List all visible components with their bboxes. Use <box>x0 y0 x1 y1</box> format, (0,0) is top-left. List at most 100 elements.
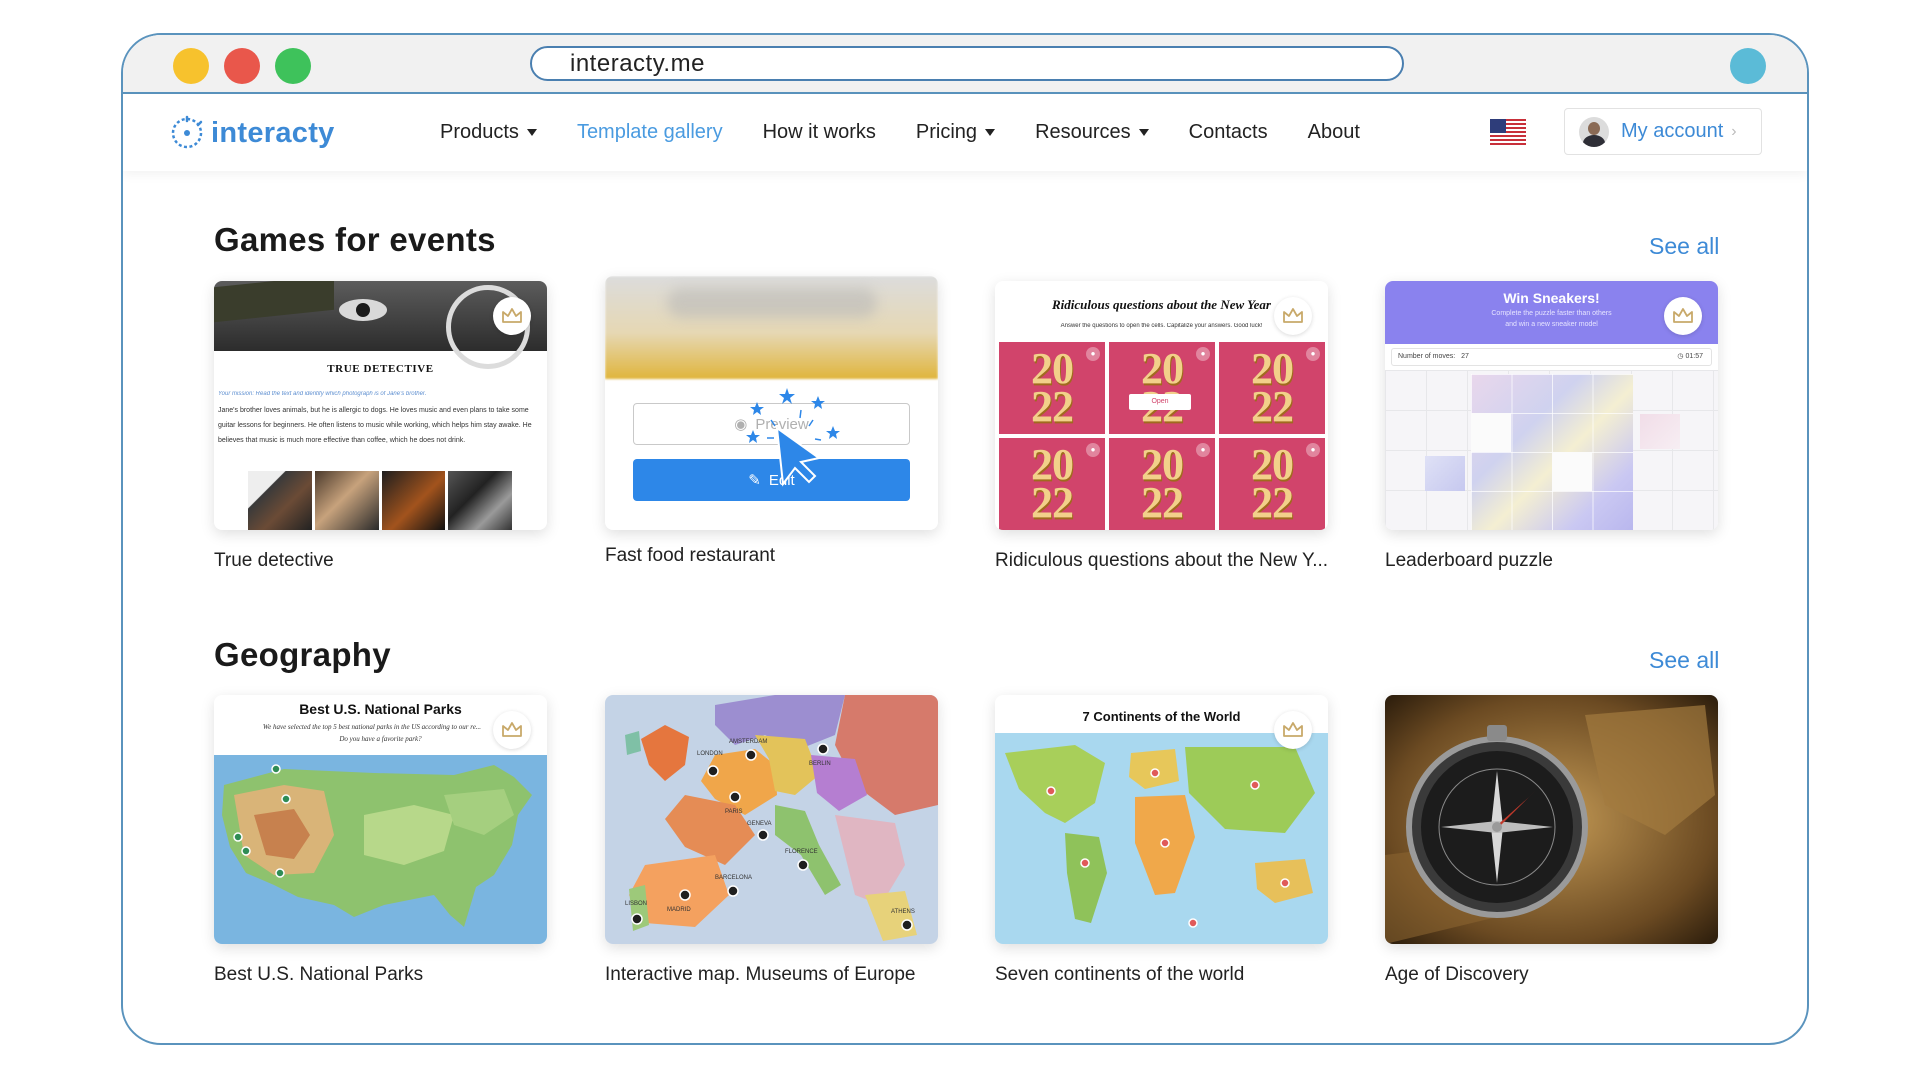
template-card-fast-food-restaurant[interactable]: ◉ Preview ✎ Edit <box>605 276 938 567</box>
browser-window: interacty.me interacty Products Template… <box>121 33 1809 1045</box>
template-card-title[interactable]: Ridiculous questions about the New Y... <box>995 550 1328 572</box>
puzzle-empty-slot[interactable] <box>1552 452 1592 491</box>
template-card-title[interactable]: Seven continents of the world <box>995 964 1328 986</box>
premium-badge <box>493 711 531 749</box>
menu-item-how-it-works[interactable]: How it works <box>763 121 876 144</box>
suspect-photo-1[interactable] <box>248 471 312 530</box>
menu-item-about[interactable]: About <box>1308 121 1360 144</box>
open-tile-button[interactable]: Open <box>1129 394 1191 410</box>
puzzle-loose-piece[interactable] <box>1640 414 1680 449</box>
menu-item-label: Pricing <box>915 121 978 143</box>
detective-photo-row <box>248 471 512 530</box>
city-label: PARIS <box>725 809 743 815</box>
tile-year-bottom: 22 <box>1251 382 1294 431</box>
logo-icon <box>171 115 203 149</box>
menu-item-pricing[interactable]: Pricing <box>915 121 996 144</box>
template-thumbnail[interactable]: Best U.S. National Parks We have selecte… <box>214 695 547 944</box>
question-tile[interactable]: ● 20 22 <box>999 438 1105 530</box>
template-thumbnail[interactable]: 7 Continents of the World <box>995 695 1328 944</box>
premium-badge <box>493 297 531 335</box>
parks-subtitle-1: We have selected the top 5 best national… <box>262 723 482 731</box>
question-tile[interactable]: ● 20 22 <box>1219 342 1325 434</box>
tile-year-bottom: 22 <box>1031 382 1074 431</box>
city-label: BERLIN <box>809 761 831 767</box>
menu-item-resources[interactable]: Resources <box>1035 121 1149 144</box>
template-card-seven-continents[interactable]: 7 Continents of the World Seven continen… <box>995 695 1328 986</box>
question-tile[interactable]: ●2022Open <box>1109 342 1215 434</box>
avatar <box>1579 116 1609 147</box>
my-account-button[interactable]: My account › <box>1564 108 1762 155</box>
minimize-window-button[interactable] <box>173 48 209 84</box>
template-thumbnail[interactable]: Win Sneakers! Complete the puzzle faster… <box>1385 281 1718 530</box>
tile-year-bottom: 22 <box>1031 478 1074 527</box>
template-thumbnail[interactable]: AMSTERDAM LONDON BERLIN PARIS GENEVA FLO… <box>605 695 938 944</box>
lock-icon: ● <box>1086 347 1100 361</box>
browser-titlebar: interacty.me <box>123 35 1807 94</box>
question-tile[interactable]: ● 20 22 <box>1219 438 1325 530</box>
caret-down-icon <box>985 129 996 136</box>
close-window-button[interactable] <box>224 48 260 84</box>
question-tile[interactable]: ● 20 22 <box>1109 438 1215 530</box>
suspect-photo-3[interactable] <box>381 471 446 530</box>
template-card-title[interactable]: Interactive map. Museums of Europe <box>605 964 938 986</box>
see-all-games-link[interactable]: See all <box>1649 233 1719 260</box>
puzzle-empty-slot[interactable] <box>1471 413 1511 452</box>
city-label: MADRID <box>667 907 691 913</box>
template-card-ridiculous-questions[interactable]: Ridiculous questions about the New Year … <box>995 281 1328 572</box>
city-label: ATHENS <box>891 909 915 915</box>
menu-item-products[interactable]: Products <box>440 121 537 144</box>
maximize-window-button[interactable] <box>275 48 311 84</box>
city-label: GENEVA <box>747 821 772 827</box>
puzzle-status-bar: Number of moves: 27 ◷ 01:57 <box>1391 348 1712 366</box>
moves-value: 27 <box>1461 353 1469 360</box>
compass-map-image <box>1385 695 1718 944</box>
crown-icon <box>1283 722 1303 737</box>
template-card-leaderboard-puzzle[interactable]: Win Sneakers! Complete the puzzle faster… <box>1385 281 1718 572</box>
logo-text: interacty <box>211 116 335 149</box>
clock-icon: ◷ <box>1677 353 1684 360</box>
suspect-photo-4[interactable] <box>448 471 512 530</box>
detective-title: True Detective <box>327 363 434 375</box>
template-card-title[interactable]: Fast food restaurant <box>605 545 938 567</box>
template-card-title[interactable]: Best U.S. National Parks <box>214 964 547 986</box>
lock-icon: ● <box>1196 347 1210 361</box>
us-flag-icon[interactable] <box>1490 119 1526 145</box>
crown-icon <box>502 722 522 737</box>
template-card-national-parks[interactable]: Best U.S. National Parks We have selecte… <box>214 695 547 986</box>
crown-icon <box>1673 308 1693 323</box>
template-thumbnail[interactable] <box>1385 695 1718 944</box>
suspect-photo-2[interactable] <box>314 471 379 530</box>
premium-badge <box>1274 297 1312 335</box>
puzzle-loose-piece[interactable] <box>1425 456 1465 491</box>
template-card-title[interactable]: True detective <box>214 550 547 572</box>
timer-value: 01:57 <box>1685 353 1703 360</box>
template-card-title[interactable]: Leaderboard puzzle <box>1385 550 1718 572</box>
city-label: BARCELONA <box>715 875 753 881</box>
premium-badge <box>1274 711 1312 749</box>
template-card-title[interactable]: Age of Discovery <box>1385 964 1718 986</box>
city-label: LISBON <box>625 901 648 907</box>
template-card-age-of-discovery[interactable]: Age of Discovery <box>1385 695 1718 986</box>
crown-icon <box>1283 308 1303 323</box>
world-map-image <box>995 733 1328 944</box>
template-thumbnail[interactable]: ◉ Preview ✎ Edit <box>605 276 938 530</box>
menu-item-template-gallery[interactable]: Template gallery <box>577 121 723 144</box>
see-all-geography-link[interactable]: See all <box>1649 647 1719 674</box>
europe-map-image <box>605 695 938 944</box>
template-card-museums-of-europe[interactable]: AMSTERDAM LONDON BERLIN PARIS GENEVA FLO… <box>605 695 938 986</box>
template-card-true-detective[interactable]: True Detective Your mission: Read the te… <box>214 281 547 572</box>
question-tile[interactable]: ● 20 22 <box>999 342 1105 434</box>
newyear-tile-grid: ●2022 ●2022Open ●2022 ●2022 ●2022 ●2022 <box>999 342 1325 530</box>
menu-item-label: Template gallery <box>576 121 723 143</box>
menu-item-label: Resources <box>1035 121 1131 143</box>
city-label: FLORENCE <box>785 849 818 855</box>
template-thumbnail[interactable]: True Detective Your mission: Read the te… <box>214 281 547 530</box>
menu-item-contacts[interactable]: Contacts <box>1189 121 1268 144</box>
site-logo[interactable]: interacty <box>169 115 335 151</box>
address-bar[interactable]: interacty.me <box>530 46 1404 81</box>
menu-item-label: Contacts <box>1188 121 1268 143</box>
menu-item-label: How it works <box>762 121 876 143</box>
browser-profile-icon[interactable] <box>1730 48 1766 84</box>
menu-item-label: About <box>1307 121 1360 143</box>
template-thumbnail[interactable]: Ridiculous questions about the New Year … <box>995 281 1328 530</box>
